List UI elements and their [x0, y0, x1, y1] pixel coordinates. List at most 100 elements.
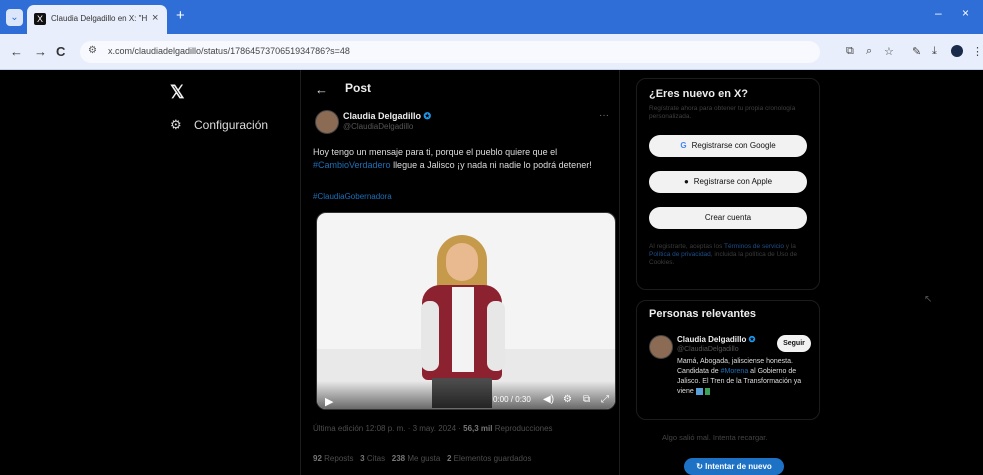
- likes-label: Me gusta: [407, 454, 441, 463]
- bookmarks-count: 2: [446, 454, 452, 463]
- play-icon[interactable]: ▶: [325, 395, 333, 408]
- google-signup-label: Registrarse con Google: [691, 141, 776, 150]
- signup-title: ¿Eres nuevo en X?: [649, 88, 749, 100]
- url-text: x.com/claudiadelgadillo/status/178645737…: [108, 46, 350, 56]
- bookmarks-stat[interactable]: 2 Elementos guardados: [447, 454, 532, 463]
- apple-signup-label: Registrarse con Apple: [693, 177, 773, 186]
- post-column: ← Post Claudia Delgadillo ✪ @ClaudiaDelg…: [300, 70, 620, 475]
- tweet-text-part: Hoy tengo un mensaje para ti, porque el …: [313, 147, 558, 157]
- hashtag-link[interactable]: #CambioVerdadero: [313, 160, 391, 170]
- pin-emoji-icon: [704, 387, 710, 395]
- relevant-people-panel: Personas relevantes Claudia Delgadillo ✪…: [636, 300, 820, 420]
- author-handle[interactable]: @ClaudiaDelgadillo: [343, 122, 413, 131]
- likes-count: 238: [391, 454, 406, 463]
- author-name-text: Claudia Delgadillo: [343, 111, 422, 121]
- browser-tab[interactable]: X Claudia Delgadillo en X: "Hoy t ×: [27, 5, 167, 34]
- video-person-face: [446, 243, 478, 281]
- video-person-sleeve: [487, 301, 505, 371]
- tweet-stats: 92 Reposts 3 Citas 238 Me gusta 2 Elemen…: [313, 454, 531, 463]
- profile-avatar-icon[interactable]: [951, 45, 963, 57]
- right-sidebar: ¿Eres nuevo en X? Regístrate ahora para …: [636, 70, 820, 475]
- video-player[interactable]: ▶ 0:00 / 0:30 ◀) ⚙ ⧉ ⤢: [316, 212, 616, 410]
- hashtag-link[interactable]: #ClaudiaGobernadora: [313, 192, 392, 201]
- quotes-stat[interactable]: 3 Citas: [360, 454, 385, 463]
- zoom-icon[interactable]: ⌕: [866, 45, 872, 58]
- legal-part: Al registrarte, aceptas los: [649, 243, 725, 250]
- x-favicon-icon: X: [34, 13, 46, 25]
- relevant-person-name-text: Claudia Delgadillo: [677, 335, 747, 344]
- terms-link[interactable]: Términos de servicio: [724, 243, 784, 250]
- author-name[interactable]: Claudia Delgadillo ✪: [343, 111, 431, 122]
- follow-button[interactable]: Seguir: [777, 335, 811, 352]
- minimize-icon[interactable]: –: [935, 6, 942, 20]
- verified-badge-icon: ✪: [423, 111, 432, 121]
- bookmarks-label: Elementos guardados: [453, 454, 532, 463]
- relevant-title: Personas relevantes: [649, 308, 757, 320]
- install-app-icon[interactable]: ⧉: [846, 45, 854, 58]
- author-avatar[interactable]: [315, 110, 339, 134]
- video-person-sleeve: [421, 301, 439, 371]
- error-message: Algo salió mal. Intenta recargar.: [662, 433, 768, 442]
- new-tab-icon[interactable]: +: [176, 8, 185, 24]
- legal-part: y la: [784, 243, 796, 250]
- likes-stat[interactable]: 238 Me gusta: [392, 454, 441, 463]
- retry-button[interactable]: ↻ Intentar de nuevo: [684, 458, 784, 475]
- url-input[interactable]: ⚙ x.com/claudiadelgadillo/status/1786457…: [80, 41, 820, 63]
- quotes-count: 3: [360, 454, 365, 463]
- apple-signup-button[interactable]: ● Registrarse con Apple: [649, 171, 807, 193]
- google-signup-button[interactable]: G Registrarse con Google: [649, 135, 807, 157]
- back-arrow-icon[interactable]: ←: [315, 82, 328, 97]
- volume-icon[interactable]: ◀): [543, 394, 554, 405]
- retry-label: Intentar de nuevo: [705, 462, 772, 471]
- tweet-date: Última edición 12:08 p. m. · 3 may. 2024…: [313, 424, 464, 433]
- tab-close-icon[interactable]: ×: [152, 12, 158, 24]
- privacy-link[interactable]: Política de privacidad: [649, 251, 711, 258]
- train-emoji-icon: [695, 387, 703, 395]
- tab-title: Claudia Delgadillo en X: "Hoy t: [51, 14, 147, 23]
- menu-dots-icon[interactable]: ⋮: [972, 45, 983, 58]
- settings-icon[interactable]: ⚙: [563, 394, 572, 405]
- avatar[interactable]: [649, 335, 673, 359]
- gear-icon: ⚙: [170, 117, 182, 132]
- window-close-icon[interactable]: ×: [962, 6, 969, 20]
- legal-text: Al registrarte, aceptas los Términos de …: [649, 243, 809, 267]
- picture-in-picture-icon[interactable]: ⧉: [583, 394, 590, 405]
- views-count: 56,3 mil: [463, 424, 493, 433]
- tweet-meta: Última edición 12:08 p. m. · 3 may. 2024…: [313, 424, 553, 433]
- apple-icon: ●: [683, 177, 689, 186]
- more-options-icon[interactable]: ···: [599, 110, 609, 121]
- create-account-button[interactable]: Crear cuenta: [649, 207, 807, 229]
- views-label: Reproducciones: [492, 424, 553, 433]
- google-icon: G: [680, 141, 687, 150]
- x-logo-icon[interactable]: 𝕏: [170, 82, 185, 103]
- relevant-person-handle[interactable]: @ClaudiaDelgadillo: [677, 346, 739, 353]
- forward-icon[interactable]: →: [34, 44, 47, 59]
- video-time: 0:00 / 0:30: [493, 395, 531, 404]
- quotes-label: Citas: [366, 454, 386, 463]
- mouse-cursor-icon: ↖: [924, 294, 933, 305]
- bookmark-star-icon[interactable]: ☆: [884, 45, 894, 58]
- signup-panel: ¿Eres nuevo en X? Regístrate ahora para …: [636, 78, 820, 290]
- download-icon[interactable]: ⤓: [932, 45, 937, 58]
- tweet-text: Hoy tengo un mensaje para ti, porque el …: [313, 146, 613, 172]
- relevant-person-bio: Mamá, Abogada, jalisciense honesta. Cand…: [677, 357, 817, 397]
- video-person-shirt: [452, 287, 474, 372]
- tab-search-icon[interactable]: ⌄: [6, 9, 23, 26]
- relevant-person-name[interactable]: Claudia Delgadillo ✪: [677, 335, 755, 344]
- tweet-text-part: llegue a Jalisco ¡y nada ni nadie lo pod…: [390, 160, 592, 170]
- extensions-icon[interactable]: ✎: [912, 45, 921, 58]
- fullscreen-icon[interactable]: ⤢: [601, 394, 609, 405]
- page-title: Post: [345, 81, 372, 95]
- browser-tab-bar: ⌄ X Claudia Delgadillo en X: "Hoy t × + …: [0, 0, 983, 34]
- reposts-count: 92: [313, 454, 322, 463]
- bio-hashtag-link[interactable]: #Morena: [721, 368, 749, 375]
- site-info-icon[interactable]: ⚙: [88, 45, 97, 56]
- back-icon[interactable]: ←: [10, 44, 23, 59]
- reload-icon[interactable]: C: [56, 44, 65, 59]
- left-nav: 𝕏 ⚙ Configuración: [150, 70, 300, 475]
- address-bar-row: ← → C ⚙ x.com/claudiadelgadillo/status/1…: [0, 34, 983, 70]
- reposts-stat[interactable]: 92 Reposts: [313, 454, 354, 463]
- verified-badge-icon: ✪: [748, 335, 756, 344]
- refresh-icon: ↻: [696, 462, 706, 471]
- signup-subtitle: Regístrate ahora para obtener tu propia …: [649, 105, 796, 120]
